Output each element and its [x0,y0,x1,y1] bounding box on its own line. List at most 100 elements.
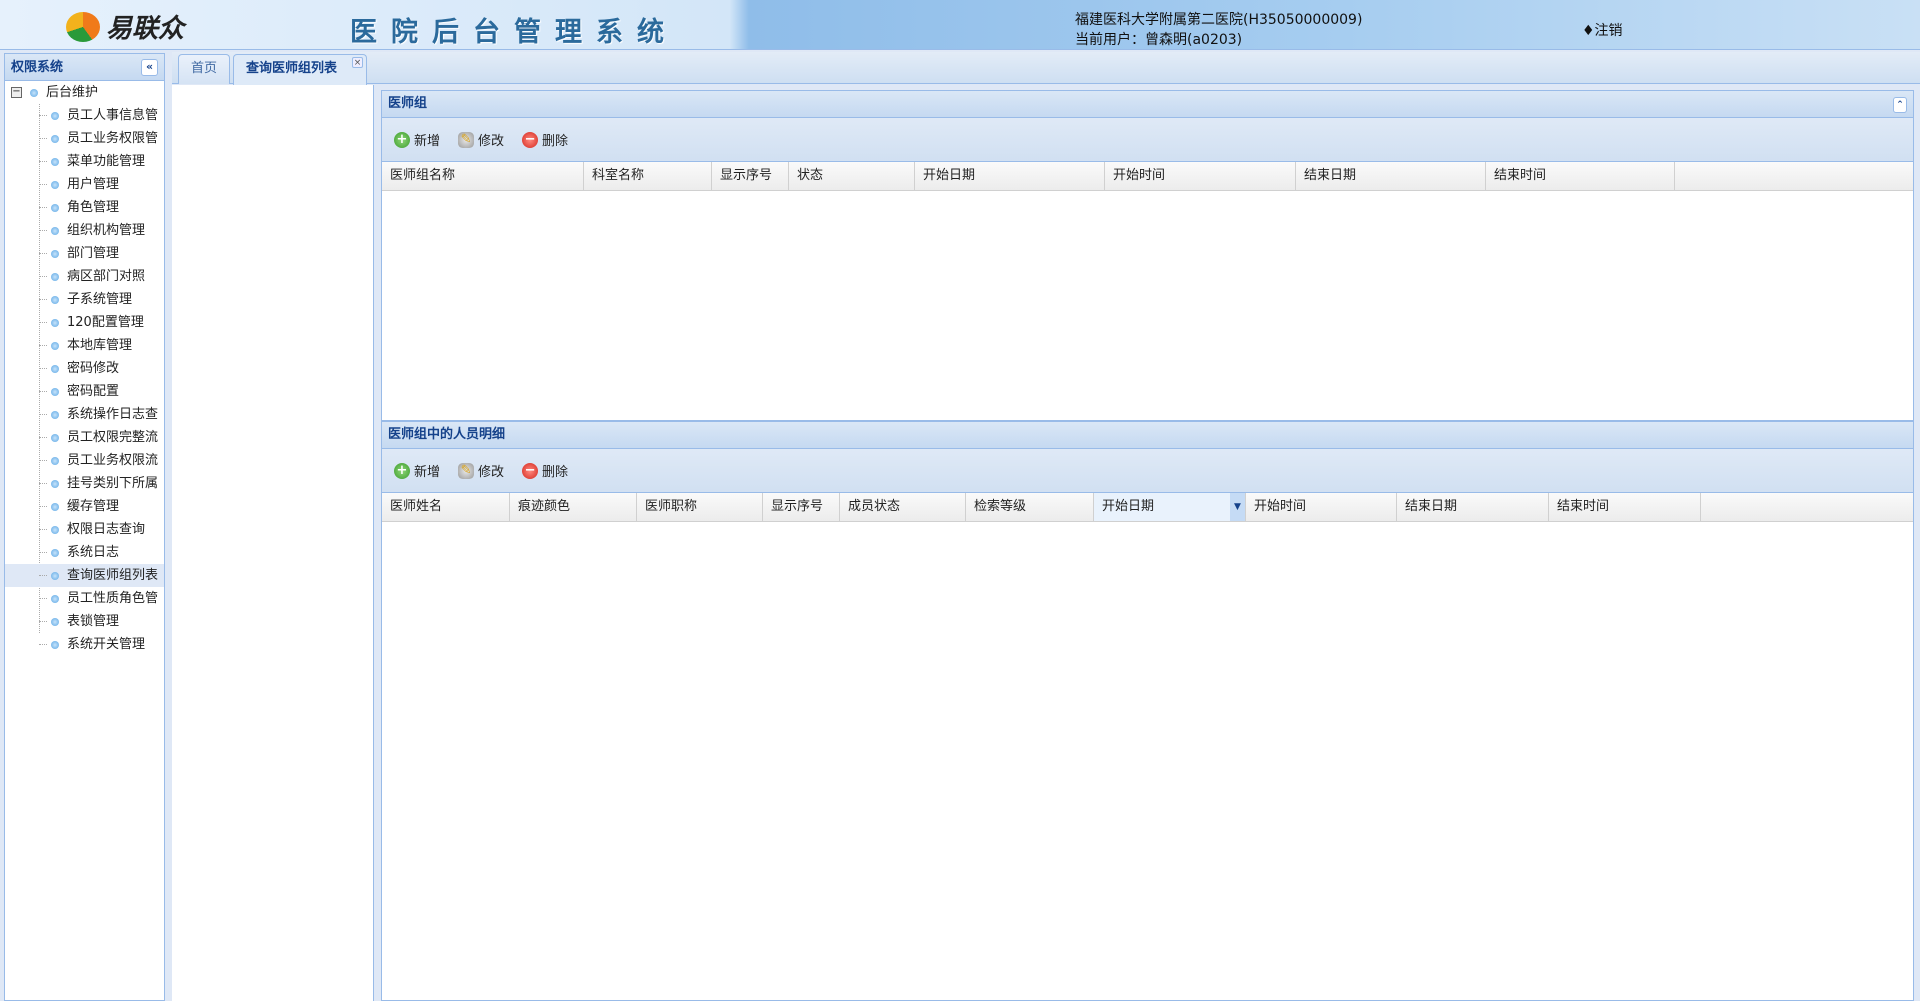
column-header[interactable]: 开始日期 [915,162,1105,190]
node-icon [51,387,59,396]
panel-title: 医师组中的人员明细 [388,427,506,442]
node-icon [51,157,59,166]
sidebar-item-label: 密码修改 [67,361,120,376]
sidebar-item[interactable]: 120配置管理 [5,311,164,334]
column-label: 检索等级 [974,499,1027,514]
sidebar-item[interactable]: 挂号类别下所属 [5,472,164,495]
tab-home[interactable]: 首页 [178,54,230,84]
sidebar-item[interactable]: 查询医师组列表 [5,564,164,587]
column-header[interactable]: 结束时间 [1549,493,1701,521]
collapse-sidebar-button[interactable]: « [141,59,158,76]
column-label: 成员状态 [848,499,901,514]
add-button[interactable]: + 新增 [394,130,440,149]
node-icon [51,456,59,465]
logout-link[interactable]: ♦注销 [1582,20,1623,40]
sidebar-item-label: 员工业务权限流 [67,453,159,468]
sidebar-item-label: 员工性质角色管 [67,591,159,606]
delete-button[interactable]: − 删除 [522,461,568,480]
tab-doctor-group-list[interactable]: 查询医师组列表 × [233,54,367,85]
logo-text: 易联众 [106,14,185,44]
column-header[interactable]: 痕迹颜色 [510,493,637,521]
edit-button[interactable]: ✎ 修改 [458,130,504,149]
column-menu-dropdown-icon[interactable]: ▼ [1230,493,1245,521]
sidebar-item[interactable]: 系统操作日志查 [5,403,164,426]
edit-button[interactable]: ✎ 修改 [458,461,504,480]
sidebar-item[interactable]: 角色管理 [5,196,164,219]
column-header[interactable]: 医师姓名 [382,493,510,521]
column-label: 显示序号 [771,499,824,514]
sidebar-item[interactable]: 员工业务权限流 [5,449,164,472]
delete-button[interactable]: − 删除 [522,130,568,149]
close-tab-icon[interactable]: × [352,57,363,68]
column-header[interactable]: 医师组名称 [382,162,584,190]
sidebar-item-label: 缓存管理 [67,499,120,514]
sidebar-item[interactable]: 部门管理 [5,242,164,265]
column-header[interactable]: 成员状态 [840,493,966,521]
node-icon [51,226,59,235]
add-icon: + [394,131,410,148]
column-label: 显示序号 [720,168,773,183]
sidebar-item[interactable]: 密码修改 [5,357,164,380]
collapse-node-icon[interactable]: − [11,87,22,98]
sidebar-item[interactable]: 用户管理 [5,173,164,196]
sidebar-item[interactable]: 系统日志 [5,541,164,564]
node-icon [51,295,59,304]
node-icon [51,548,59,557]
column-header[interactable]: 结束日期 [1296,162,1486,190]
panel-header: 医师组 ⌃ [382,91,1913,118]
sidebar-item[interactable]: 缓存管理 [5,495,164,518]
node-icon [51,134,59,143]
column-header[interactable]: 显示序号 [763,493,840,521]
column-header[interactable]: 显示序号 [712,162,789,190]
column-header[interactable]: 开始日期 ▼ [1094,493,1246,521]
sidebar-item-label: 菜单功能管理 [67,154,146,169]
group-members-panel: 医师组中的人员明细 + 新增 ✎ 修改 − 删除 医师姓名 痕迹颜色 医师职称 显示序号 成员… [381,421,1914,1001]
current-user: 当前用户：曾森明(a0203) [1075,32,1243,48]
column-header[interactable]: 开始时间 [1105,162,1296,190]
column-header[interactable]: 开始时间 [1246,493,1397,521]
node-icon [51,249,59,258]
column-header[interactable] [1701,493,1913,521]
sidebar-item[interactable]: 表锁管理 [5,610,164,633]
tab-bar: 首页 查询医师组列表 × [172,52,1920,85]
toolbar: + 新增 ✎ 修改 − 删除 [382,118,1913,162]
sidebar-item[interactable]: 本地库管理 [5,334,164,357]
sidebar-item[interactable]: 子系统管理 [5,288,164,311]
grid-header: 医师组名称 科室名称 显示序号 状态 开始日期 开始时间 结束日期 结束时间 [382,162,1913,191]
sidebar-item[interactable]: 员工人事信息管 [5,104,164,127]
column-label: 开始日期 [923,168,976,183]
add-button[interactable]: + 新增 [394,461,440,480]
toolbar: + 新增 ✎ 修改 − 删除 [382,449,1913,493]
sidebar-item-label: 查询医师组列表 [67,568,159,583]
sidebar: 权限系统 « − 后台维护 员工人事信息管 员工业务权限管 菜单功能管理 用户管理 角色管理… [4,53,165,1001]
sidebar-item[interactable]: 密码配置 [5,380,164,403]
sidebar-item-label: 系统开关管理 [67,637,146,652]
column-header[interactable]: 结束日期 [1397,493,1549,521]
sidebar-item-label: 权限日志查询 [67,522,146,537]
column-header[interactable]: 检索等级 [966,493,1094,521]
sidebar-item[interactable]: 系统开关管理 [5,633,164,656]
column-header[interactable]: 结束时间 [1486,162,1675,190]
column-header[interactable]: 状态 [789,162,915,190]
sidebar-item[interactable]: 菜单功能管理 [5,150,164,173]
sidebar-item[interactable]: 组织机构管理 [5,219,164,242]
delete-label: 删除 [542,134,569,149]
collapse-panel-button[interactable]: ⌃ [1893,97,1907,113]
column-label: 状态 [797,168,824,183]
delete-icon: − [522,462,539,479]
sidebar-item[interactable]: 病区部门对照 [5,265,164,288]
column-header[interactable]: 医师职称 [637,493,763,521]
column-header[interactable] [1675,162,1913,190]
node-icon [51,525,59,534]
column-label: 开始日期 [1102,499,1155,514]
sidebar-item[interactable]: 员工业务权限管 [5,127,164,150]
node-icon [51,502,59,511]
tab-label: 首页 [191,61,218,76]
sidebar-item[interactable]: 权限日志查询 [5,518,164,541]
sidebar-item[interactable]: 员工权限完整流 [5,426,164,449]
edit-gear-icon: ✎ [458,462,475,479]
column-header[interactable]: 科室名称 [584,162,712,190]
sidebar-item[interactable]: 员工性质角色管 [5,587,164,610]
add-icon: + [394,462,410,479]
tree-root-node[interactable]: − 后台维护 [5,81,164,104]
